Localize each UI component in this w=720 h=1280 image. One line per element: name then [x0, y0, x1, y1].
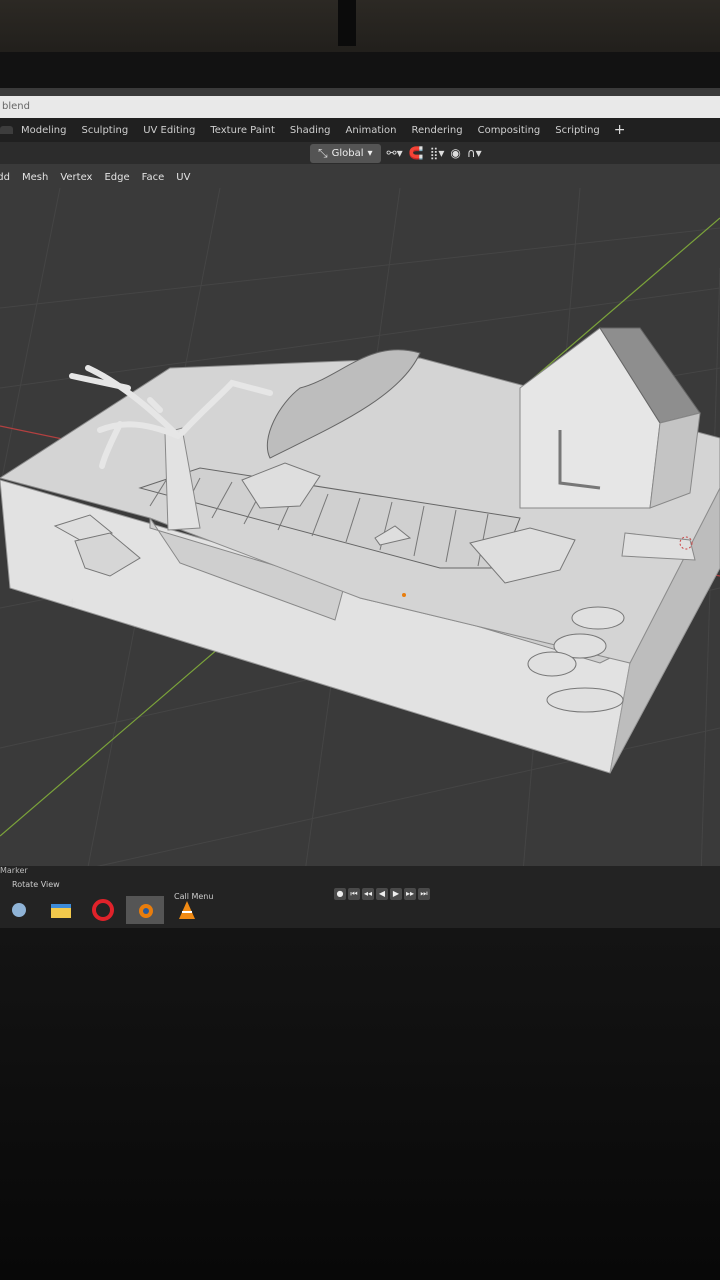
rotate-view-hint: Rotate View: [12, 880, 60, 889]
3d-viewport[interactable]: +: [0, 188, 720, 908]
viewport-header: ⤡ Global ▾ ⚯▾ 🧲 ⣿▾ ◉ ∩▾: [0, 142, 720, 164]
snap-icon[interactable]: 🧲: [409, 146, 424, 160]
menu-uv[interactable]: UV: [170, 172, 196, 183]
os-taskbar: [0, 896, 206, 924]
file-explorer-icon[interactable]: [42, 896, 80, 924]
viewport-scene: +: [0, 188, 720, 908]
falloff-icon[interactable]: ∩▾: [467, 146, 482, 160]
tab-compositing[interactable]: Compositing: [471, 121, 548, 140]
window-title: blend: [2, 101, 30, 112]
diorama-model: [0, 327, 720, 774]
pivot-icon[interactable]: ⚯▾: [387, 146, 403, 160]
chevron-down-icon: ▾: [367, 147, 373, 159]
editor-menubar: Add Mesh Vertex Edge Face UV: [0, 166, 720, 188]
blender-icon[interactable]: [126, 896, 164, 924]
opera-icon[interactable]: [84, 896, 122, 924]
play-icon[interactable]: ▶: [390, 888, 402, 900]
add-workspace-button[interactable]: +: [608, 122, 632, 138]
monitor-screen: blend Modeling Sculpting UV Editing Text…: [0, 88, 720, 928]
tab-rendering[interactable]: Rendering: [405, 121, 470, 140]
play-reverse-icon[interactable]: ◀: [376, 888, 388, 900]
vlc-icon[interactable]: [168, 896, 206, 924]
proportional-edit-icon[interactable]: ◉: [450, 146, 460, 160]
menu-add[interactable]: Add: [0, 172, 16, 183]
tab-sculpting[interactable]: Sculpting: [75, 121, 136, 140]
transform-orientation-dropdown[interactable]: ⤡ Global ▾: [310, 143, 381, 163]
record-icon[interactable]: ●: [334, 888, 346, 900]
desk-area: [0, 928, 720, 1280]
tab-animation[interactable]: Animation: [339, 121, 404, 140]
wall-fixture: [338, 0, 356, 46]
menu-mesh[interactable]: Mesh: [16, 172, 54, 183]
marker-label: Marker: [0, 866, 28, 875]
tab-scripting[interactable]: Scripting: [548, 121, 606, 140]
jump-start-icon[interactable]: ⏮: [348, 888, 360, 900]
svg-text:+: +: [68, 597, 76, 608]
menu-vertex[interactable]: Vertex: [54, 172, 98, 183]
prev-keyframe-icon[interactable]: ◂◂: [362, 888, 374, 900]
snap-grid-icon[interactable]: ⣿▾: [430, 146, 445, 160]
orientation-icon: ⤡: [318, 145, 328, 160]
status-bar: Marker Rotate View Call Menu ● ⏮ ◂◂ ◀ ▶ …: [0, 866, 720, 928]
tab-uv-editing[interactable]: UV Editing: [136, 121, 202, 140]
window-titlebar: blend: [0, 96, 720, 118]
workspace-tabs: Modeling Sculpting UV Editing Texture Pa…: [0, 118, 720, 142]
menu-edge[interactable]: Edge: [98, 172, 135, 183]
playback-controls: ● ⏮ ◂◂ ◀ ▶ ▸▸ ⏭: [334, 888, 430, 900]
orientation-label: Global: [331, 147, 364, 159]
network-icon[interactable]: [0, 896, 38, 924]
next-keyframe-icon[interactable]: ▸▸: [404, 888, 416, 900]
tab-layout[interactable]: [0, 126, 13, 134]
menu-face[interactable]: Face: [136, 172, 171, 183]
monitor-bezel: [0, 52, 720, 92]
tab-shading[interactable]: Shading: [283, 121, 338, 140]
tab-modeling[interactable]: Modeling: [14, 121, 74, 140]
tab-texture-paint[interactable]: Texture Paint: [203, 121, 282, 140]
jump-end-icon[interactable]: ⏭: [418, 888, 430, 900]
